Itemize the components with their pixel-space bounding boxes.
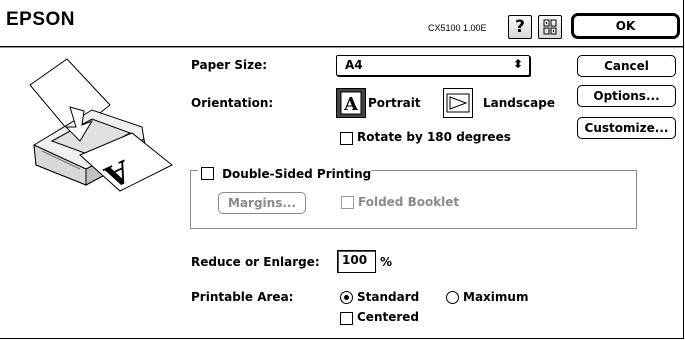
cancel-button[interactable]: Cancel bbox=[577, 55, 676, 77]
page-setup-dialog: EPSON CX5100 1.00E ? OK Cancel Options..… bbox=[0, 0, 684, 339]
maximum-radio[interactable] bbox=[446, 291, 459, 304]
paper-size-select[interactable]: A4 ⬍ bbox=[336, 55, 530, 76]
reduce-enlarge-input[interactable]: 100 bbox=[337, 250, 376, 273]
landscape-label[interactable]: Landscape bbox=[483, 96, 555, 110]
reduce-enlarge-value: 100 bbox=[342, 253, 368, 267]
printable-area-label: Printable Area: bbox=[191, 290, 294, 304]
centered-checkbox[interactable] bbox=[340, 312, 353, 325]
ok-button[interactable]: OK bbox=[571, 13, 680, 39]
orientation-label: Orientation: bbox=[191, 96, 274, 110]
standard-radio[interactable] bbox=[340, 291, 353, 304]
help-button[interactable]: ? bbox=[508, 15, 532, 39]
updown-arrows-icon: ⬍ bbox=[512, 57, 523, 71]
double-sided-checkbox[interactable] bbox=[201, 167, 214, 180]
standard-label[interactable]: Standard bbox=[357, 290, 419, 304]
printer-illustration: A bbox=[29, 58, 173, 194]
reduce-enlarge-label: Reduce or Enlarge: bbox=[191, 255, 320, 269]
margins-button[interactable]: Margins... bbox=[218, 192, 306, 214]
customize-button[interactable]: Customize... bbox=[577, 117, 676, 139]
maximum-label[interactable]: Maximum bbox=[463, 290, 528, 304]
driver-version: CX5100 1.00E bbox=[428, 23, 487, 33]
rotate-180-label[interactable]: Rotate by 180 degrees bbox=[357, 130, 511, 144]
header-separator-shadow bbox=[0, 47, 683, 48]
printer-utility-icon bbox=[543, 19, 557, 35]
svg-text:A: A bbox=[343, 94, 359, 115]
options-button[interactable]: Options... bbox=[577, 85, 676, 107]
paper-size-value: A4 bbox=[345, 58, 363, 72]
centered-label[interactable]: Centered bbox=[357, 310, 419, 324]
question-mark-icon: ? bbox=[515, 17, 525, 37]
double-sided-header: Double-Sided Printing bbox=[198, 163, 372, 182]
rotate-180-checkbox[interactable] bbox=[340, 132, 353, 145]
portrait-icon: A bbox=[340, 91, 362, 115]
utility-button[interactable] bbox=[538, 15, 562, 39]
paper-size-label: Paper Size: bbox=[191, 58, 268, 72]
percent-unit: % bbox=[380, 255, 393, 269]
double-sided-label[interactable]: Double-Sided Printing bbox=[222, 167, 371, 181]
portrait-label[interactable]: Portrait bbox=[368, 96, 421, 110]
folded-booklet-checkbox[interactable] bbox=[341, 196, 354, 209]
landscape-option[interactable] bbox=[443, 88, 473, 118]
landscape-icon bbox=[446, 93, 470, 113]
portrait-option[interactable]: A bbox=[336, 88, 366, 118]
brand-logo: EPSON bbox=[6, 9, 76, 30]
folded-booklet-label[interactable]: Folded Booklet bbox=[358, 195, 459, 209]
